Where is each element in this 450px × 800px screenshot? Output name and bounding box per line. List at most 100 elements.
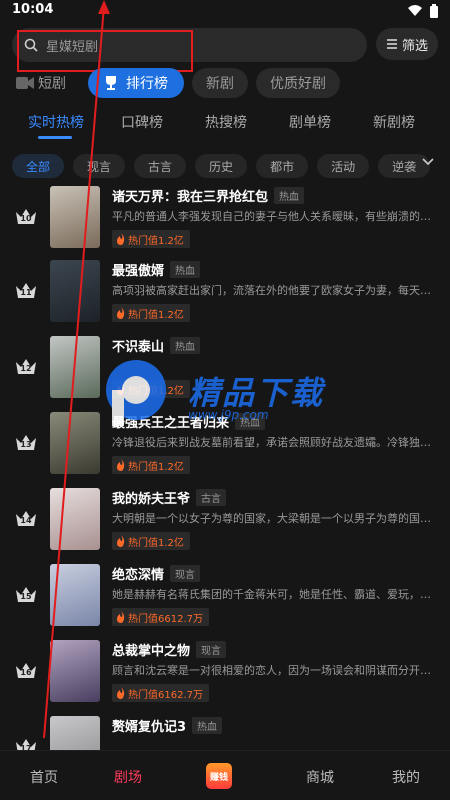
category-label: 排行榜	[126, 76, 168, 92]
heat-badge: 热门值6612.7万	[112, 608, 209, 626]
tab-hotsearch[interactable]: 热搜榜	[205, 112, 247, 132]
nav-home[interactable]: 首页	[30, 767, 58, 787]
genre-modern[interactable]: 现言	[73, 154, 126, 178]
title-line: 绝恋深情 现言	[112, 564, 201, 583]
category-quality[interactable]: 优质好剧	[256, 68, 340, 98]
status-time: 10:04	[12, 2, 54, 17]
nav-mall[interactable]: 商城	[306, 767, 334, 787]
rank-number: 16	[20, 668, 32, 677]
category-label: 优质好剧	[270, 76, 326, 92]
genre-tag: 古言	[196, 489, 227, 506]
drama-title: 总裁掌中之物	[112, 644, 191, 659]
battery-icon	[430, 4, 438, 18]
list-item[interactable]: 12 不识泰山 热血 热门值1.2亿	[0, 336, 450, 410]
title-line: 总裁掌中之物 现言	[112, 640, 227, 659]
drama-description: 冷锋退役后来到战友墓前看望，承诺会照顾好战友遗孀。冷锋独…	[112, 436, 431, 449]
list-item[interactable]: 14 我的娇夫王爷 古言 大明朝是一个以女子为尊的国家，大梁朝是一个以男子为尊的…	[0, 488, 450, 562]
title-line: 不识泰山 热血	[112, 336, 201, 355]
genre-tag: 现言	[170, 565, 201, 582]
genre-event[interactable]: 活动	[317, 154, 370, 178]
genre-tag: 热血	[170, 337, 201, 354]
video-icon	[16, 77, 34, 89]
fire-icon	[117, 307, 125, 319]
genre-tag: 热血	[170, 261, 201, 278]
genre-history[interactable]: 历史	[195, 154, 248, 178]
heat-badge: 热门值1.2亿	[112, 456, 190, 474]
rank-crown-icon: 14	[14, 506, 38, 530]
rank-number: 14	[20, 516, 32, 525]
category-ranking[interactable]: 排行榜	[88, 68, 184, 98]
filter-button[interactable]: 筛选	[376, 28, 438, 60]
poster-image[interactable]	[50, 640, 100, 702]
heat-value: 热门值1.2亿	[128, 309, 184, 321]
nav-earn-label: 赚钱	[209, 772, 228, 783]
category-shortdrama[interactable]: 短剧	[12, 68, 80, 98]
poster-image[interactable]	[50, 336, 100, 398]
list-item[interactable]: 13 最强兵王之王者归来 热血 冷锋退役后来到战友墓前看望，承诺会照顾好战友遗孀…	[0, 412, 450, 486]
wifi-icon	[408, 5, 422, 16]
rank-crown-icon: 16	[14, 658, 38, 682]
filter-icon	[386, 39, 397, 49]
drama-description: 大明朝是一个以女子为尊的国家，大梁朝是一个以男子为尊的国…	[112, 512, 431, 525]
rank-crown-icon: 11	[14, 278, 38, 302]
rank-crown-icon: 10	[14, 204, 38, 228]
filter-label: 筛选	[401, 38, 428, 54]
search-input[interactable]: 星媒短剧	[12, 28, 367, 62]
drama-description: 平凡的普通人李强发现自己的妻子与他人关系暧昧，有些崩溃的…	[112, 210, 431, 223]
heat-badge: 热门值1.2亿	[112, 304, 190, 322]
tab-underline	[38, 136, 72, 139]
chevron-down-icon[interactable]	[422, 158, 434, 166]
genre-all[interactable]: 全部	[12, 154, 65, 178]
bottom-nav: 首页 剧场 赚钱 商城 我的	[0, 750, 450, 800]
poster-image[interactable]	[50, 186, 100, 248]
genre-tag: 热血	[192, 717, 223, 734]
list-item[interactable]: 10 诸天万界：我在三界抢红包 热血 平凡的普通人李强发现自己的妻子与他人关系暧…	[0, 186, 450, 260]
search-row: 星媒短剧 筛选	[12, 28, 438, 62]
drama-title: 绝恋深情	[112, 568, 165, 583]
tab-playlist[interactable]: 剧单榜	[289, 112, 331, 132]
category-label: 短剧	[38, 76, 66, 92]
tab-realtime[interactable]: 实时热榜	[28, 112, 84, 132]
heat-value: 热门值1.2亿	[128, 385, 184, 397]
tab-newdrama[interactable]: 新剧榜	[373, 112, 415, 132]
heat-badge: 热门值1.2亿	[112, 230, 190, 248]
genre-urban[interactable]: 都市	[256, 154, 309, 178]
nav-theater[interactable]: 剧场	[114, 767, 142, 787]
list-item[interactable]: 16 总裁掌中之物 现言 顾言和沈云寒是一对很相爱的恋人，因为一场误会和阴谋而分…	[0, 640, 450, 714]
list-item[interactable]: 15 绝恋深情 现言 她是赫赫有名蒋氏集团的千金蒋米可，她是任性、霸道、爱玩，……	[0, 564, 450, 638]
fire-icon	[117, 535, 125, 547]
nav-mine[interactable]: 我的	[392, 767, 420, 787]
poster-image[interactable]	[50, 412, 100, 474]
fire-icon	[117, 233, 125, 245]
rank-crown-icon: 15	[14, 582, 38, 606]
rank-number: 12	[20, 364, 32, 373]
heat-value: 热门值6612.7万	[128, 613, 203, 625]
heat-badge: 热门值1.2亿	[112, 380, 190, 398]
nav-earn[interactable]: 赚钱	[206, 763, 232, 789]
drama-title: 我的娇夫王爷	[112, 492, 191, 507]
poster-image[interactable]	[50, 488, 100, 550]
trophy-icon	[106, 76, 116, 90]
rank-number: 13	[20, 440, 32, 449]
genre-tag: 现言	[196, 641, 227, 658]
poster-image[interactable]	[50, 260, 100, 322]
category-label: 新剧	[206, 76, 234, 92]
rank-crown-icon: 12	[14, 354, 38, 378]
genre-row: 全部 现言 古言 历史 都市 活动 逆袭	[12, 154, 450, 180]
fire-icon	[117, 611, 125, 623]
rank-number: 11	[20, 288, 32, 297]
tab-reputation[interactable]: 口碑榜	[121, 112, 163, 132]
drama-description: 她是赫赫有名蒋氏集团的千金蒋米可，她是任性、霸道、爱玩，…	[112, 588, 431, 601]
drama-title: 不识泰山	[112, 340, 165, 355]
list-item[interactable]: 11 最强傲婿 热血 高项羽被高家赶出家门，流落在外的他要了欧家女子为妻，每天……	[0, 260, 450, 334]
drama-title: 赘婿复仇记3	[112, 720, 187, 735]
heat-value: 热门值1.2亿	[128, 537, 184, 549]
search-placeholder: 星媒短剧	[46, 39, 99, 55]
status-icons	[408, 4, 438, 18]
genre-ancient[interactable]: 古言	[134, 154, 187, 178]
poster-image[interactable]	[50, 564, 100, 626]
category-row: 短剧 排行榜 新剧 优质好剧	[12, 68, 438, 98]
heat-badge: 热门值1.2亿	[112, 532, 190, 550]
category-new[interactable]: 新剧	[192, 68, 248, 98]
drama-title: 诸天万界：我在三界抢红包	[112, 190, 269, 205]
